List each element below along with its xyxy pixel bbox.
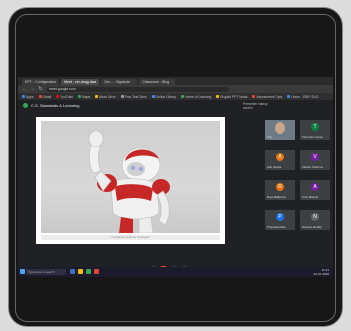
bookmark-item[interactable]: Home - EBIP SUO [287,94,319,99]
forward-icon[interactable]: → [30,85,35,93]
task-view-icon[interactable] [70,269,75,274]
bookmark-label: Online Library [155,94,177,99]
presenter-line: screen [243,106,253,110]
bookmark-label: Apps [26,94,34,99]
address-bar-row: ← → ↻ meet.google.com [18,85,333,93]
shared-slide: Computer Science Concepts [36,117,225,244]
url-field[interactable]: meet.google.com [46,86,229,92]
chrome-icon[interactable] [86,269,91,274]
bookmark-label: English PPT Ideas [220,94,248,99]
bookmark-item[interactable]: Online Library [151,94,177,99]
bookmark-label: Home - EBIP SUO [291,94,319,99]
participant-name: Priyanka Ratu [267,225,286,229]
bookmark-item[interactable]: English PPT Ideas [216,95,247,99]
taskbar-search[interactable]: Type here to search [26,269,66,275]
presenter-info: Presenter Nancy screen [243,102,268,110]
bookmark-favicon-icon [95,95,99,98]
meet-logo-icon [23,103,28,108]
bookmark-item[interactable]: Apps [22,95,34,99]
participant-avatar: V [311,153,319,161]
back-icon[interactable]: ← [22,85,27,93]
bookmarks-bar: Apps Gmail YouTube Maps Mock Drive Prac Test … [18,93,333,100]
participant-avatar: R [276,183,284,191]
slide-caption: Computer Science Concepts [41,235,220,240]
bookmark-label: Home of Learning [185,94,212,99]
bookmark-item[interactable]: Maps [78,95,90,99]
bookmark-favicon-icon [56,95,60,98]
participant-name: Naveen Reddy [302,225,322,229]
bookmark-favicon-icon [287,95,291,98]
robot-photo [41,121,220,233]
participant-name: Tina Kaur Amar [302,135,323,139]
bookmark-label: Prac Test Sites [124,94,147,99]
bookmark-label: Mock Drive [99,94,116,99]
bookmark-favicon-icon [151,95,155,98]
participant-tile[interactable]: N Naveen Reddy [300,210,330,230]
browser-tabstrip: EPT... Configuration Meet - ver-dxqg-dwa… [18,77,333,85]
bookmark-label: Assessment Opts [256,94,283,99]
bookmark-favicon-icon [252,95,256,98]
clock-date: 04-07-2020 [313,272,329,276]
bookmark-favicon-icon [120,95,124,98]
bookmark-favicon-icon [38,95,42,98]
participant-video [275,122,285,134]
participant-tile[interactable]: V Vikram Sharma [300,150,330,170]
reload-icon[interactable]: ↻ [38,85,43,93]
meet-window: C.S. Standards & Lecturing Presenter Nan… [18,100,333,262]
bookmark-label: Gmail [42,94,52,99]
bookmark-favicon-icon [22,95,25,98]
bookmark-item[interactable]: Home of Learning [181,95,211,99]
participant-grid: You T Tina Kaur Amar A Ash Gupta V Vikram Shar… [265,120,333,260]
bookmark-favicon-icon [216,95,220,98]
bookmark-item[interactable]: YouTube [56,95,73,99]
bookmark-item[interactable]: Assessment Opts [252,95,282,99]
participant-tile[interactable]: You [265,120,295,140]
participant-name: Vikram Sharma [302,165,323,169]
taskbar-clock: 11:21 04-07-2020 [314,268,329,276]
bookmark-label: YouTube [60,94,74,99]
app-icon[interactable] [94,269,99,274]
bookmark-label: Maps [82,94,91,99]
meeting-title-text: C.S. Standards & Lecturing [31,103,80,108]
participant-name: Arun Bakshi [302,195,319,199]
participant-avatar: P [276,213,284,221]
participant-name: Riya Malhotra [267,195,286,199]
bookmark-item[interactable]: Prac Test Sites [120,94,147,99]
file-explorer-icon[interactable] [78,269,83,274]
bookmark-item[interactable]: Gmail [38,94,52,99]
participant-tile[interactable]: R Riya Malhotra [265,180,295,200]
windows-start-icon[interactable] [20,269,25,274]
participant-tile[interactable]: A Arun Bakshi [300,180,330,200]
robot-illustration [88,130,170,233]
bookmark-item[interactable]: Mock Drive [95,95,116,99]
participant-name: You [267,135,273,139]
participant-tile[interactable]: T Tina Kaur Amar [300,120,330,140]
participant-avatar: T [311,123,319,131]
laptop-screen: EPT... Configuration Meet - ver-dxqg-dwa… [18,77,333,277]
participant-name: Ash Gupta [267,165,282,169]
windows-taskbar: Type here to search 11:21 04-07-2020 [18,267,333,277]
participant-tile[interactable]: A Ash Gupta [265,150,295,170]
participant-tile[interactable]: P Priyanka Ratu [265,210,295,230]
meeting-title: C.S. Standards & Lecturing [23,103,79,108]
bookmark-favicon-icon [78,95,82,98]
bookmark-favicon-icon [181,95,185,98]
participant-avatar: A [276,153,284,161]
participant-avatar: N [311,213,319,221]
participant-avatar: A [311,183,319,191]
